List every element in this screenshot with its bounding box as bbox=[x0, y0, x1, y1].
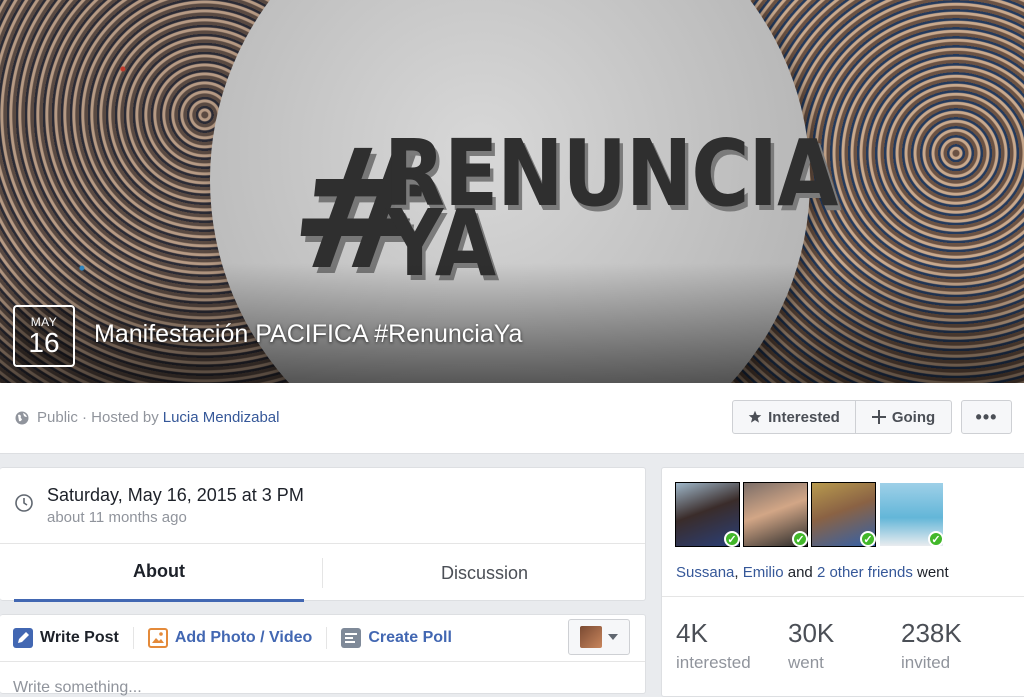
date-day: 16 bbox=[28, 327, 60, 358]
stat-value: 4K bbox=[676, 618, 708, 648]
create-poll-label: Create Poll bbox=[368, 629, 452, 646]
summary-and: and bbox=[787, 564, 813, 581]
create-poll-tab[interactable]: Create Poll bbox=[327, 627, 466, 649]
tab-discussion[interactable]: Discussion bbox=[322, 558, 646, 588]
pencil-icon bbox=[13, 628, 33, 648]
stat-went[interactable]: 30K went bbox=[788, 618, 834, 673]
photo-icon bbox=[147, 628, 168, 648]
interested-button[interactable]: Interested bbox=[732, 400, 856, 434]
post-as-selector[interactable] bbox=[568, 619, 630, 655]
add-photo-video-tab[interactable]: Add Photo / Video bbox=[134, 627, 328, 649]
host-link[interactable]: Lucia Mendizabal bbox=[163, 409, 280, 426]
stat-value: 30K bbox=[788, 618, 835, 648]
star-icon bbox=[748, 410, 762, 423]
privacy-text: Public · Hosted by bbox=[37, 409, 159, 426]
going-label: Going bbox=[891, 408, 936, 426]
friend-avatars: ✓ ✓ ✓ ✓ bbox=[675, 482, 944, 547]
friend-avatar[interactable]: ✓ bbox=[879, 482, 944, 547]
stat-value: 238K bbox=[901, 618, 962, 648]
composer-toolbar: Write Post Add Photo / Video Create Poll bbox=[0, 615, 645, 662]
clock-icon bbox=[15, 494, 33, 512]
stat-label: invited bbox=[901, 653, 951, 672]
attendance-card: ✓ ✓ ✓ ✓ Sussana, Emilio and 2 other frie… bbox=[661, 467, 1024, 697]
friend-avatar[interactable]: ✓ bbox=[811, 482, 876, 547]
add-photo-video-label: Add Photo / Video bbox=[174, 629, 313, 646]
check-icon: ✓ bbox=[724, 531, 740, 547]
write-post-label: Write Post bbox=[40, 629, 119, 646]
poll-icon bbox=[341, 628, 362, 648]
event-title: Manifestación PACIFICA #RenunciaYa bbox=[94, 320, 523, 348]
plus-icon bbox=[871, 410, 886, 424]
going-button[interactable]: Going bbox=[855, 400, 952, 434]
event-tabs: About Discussion bbox=[0, 543, 645, 602]
check-icon: ✓ bbox=[792, 531, 808, 547]
friend-link-sussana[interactable]: Sussana bbox=[676, 564, 734, 581]
friends-went-summary: Sussana, Emilio and 2 other friends went bbox=[676, 564, 949, 581]
write-post-tab[interactable]: Write Post bbox=[0, 627, 134, 649]
event-relative-time: about 11 months ago bbox=[47, 509, 187, 526]
avatar bbox=[580, 626, 602, 648]
event-date-badge: MAY 16 bbox=[13, 305, 75, 367]
stat-invited[interactable]: 238K invited bbox=[901, 618, 962, 673]
friend-avatar[interactable]: ✓ bbox=[743, 482, 808, 547]
event-details-card: Saturday, May 16, 2015 at 3 PM about 11 … bbox=[0, 467, 646, 602]
summary-separator: , bbox=[734, 564, 739, 581]
check-icon: ✓ bbox=[860, 531, 876, 547]
privacy-info: Public · Hosted by Lucia Mendizabal bbox=[15, 409, 279, 426]
composer-input[interactable]: Write something... bbox=[13, 679, 142, 697]
chevron-down-icon bbox=[608, 634, 618, 640]
summary-went: went bbox=[917, 564, 949, 581]
interested-label: Interested bbox=[768, 408, 840, 426]
other-friends-link[interactable]: 2 other friends bbox=[817, 564, 913, 581]
friend-avatar[interactable]: ✓ bbox=[675, 482, 740, 547]
globe-icon bbox=[15, 411, 29, 424]
check-icon: ✓ bbox=[928, 531, 944, 547]
cover-photo: # RENUNCIA YA MAY 16 Manifestación PACIF… bbox=[0, 0, 1024, 383]
attendance-stats: 4K interested 30K went 238K invited bbox=[662, 596, 1024, 697]
stat-label: interested bbox=[676, 653, 751, 672]
event-datetime: Saturday, May 16, 2015 at 3 PM bbox=[47, 485, 304, 505]
tab-about[interactable]: About bbox=[14, 544, 304, 602]
stat-interested[interactable]: 4K interested bbox=[676, 618, 751, 673]
more-options-button[interactable]: ••• bbox=[961, 400, 1012, 434]
event-action-bar: Public · Hosted by Lucia Mendizabal Inte… bbox=[0, 383, 1024, 454]
stat-label: went bbox=[788, 653, 824, 672]
post-composer: Write Post Add Photo / Video Create Poll… bbox=[0, 614, 646, 697]
friend-link-emilio[interactable]: Emilio bbox=[743, 564, 784, 581]
